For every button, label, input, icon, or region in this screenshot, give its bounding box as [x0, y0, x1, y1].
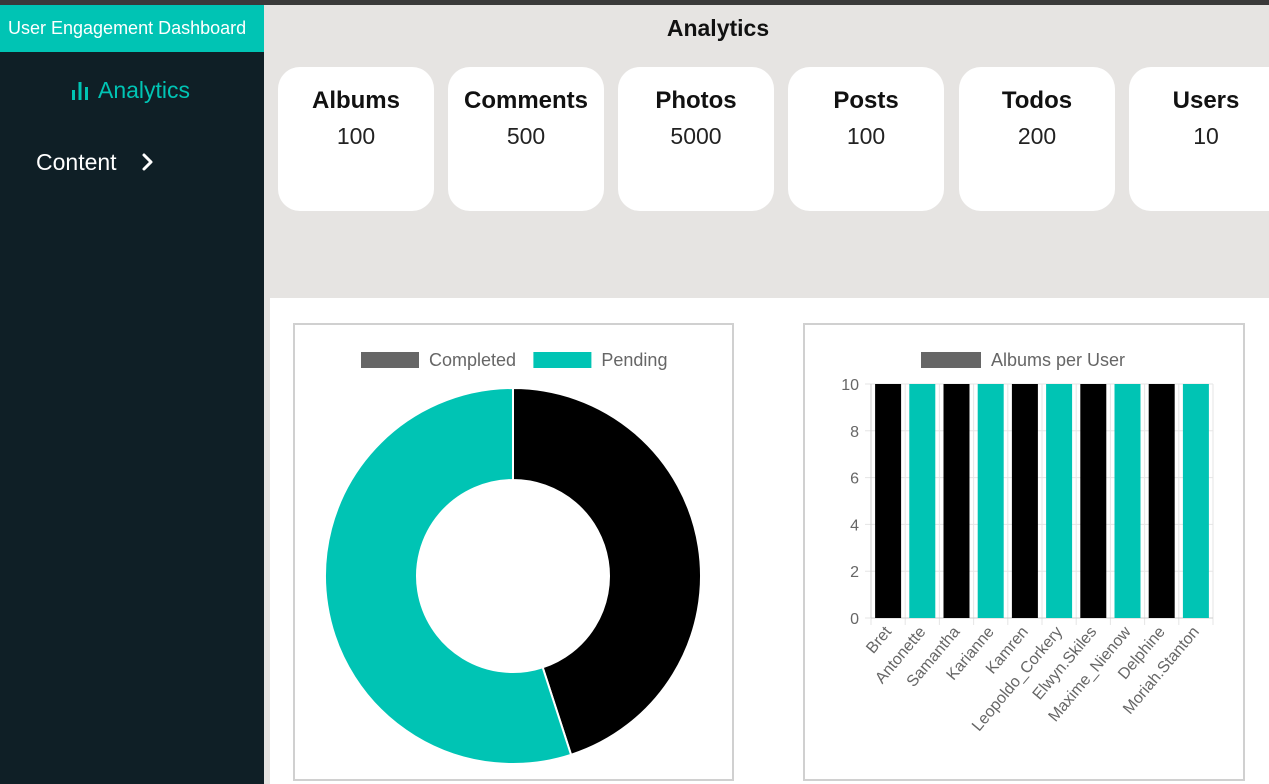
legend-label[interactable]: Albums per User [991, 350, 1125, 370]
legend-swatch [361, 352, 419, 368]
y-tick-label: 0 [850, 611, 859, 628]
stat-value: 500 [506, 123, 546, 149]
legend-label[interactable]: Completed [429, 350, 516, 370]
sidebar: User Engagement Dashboard Analytics Cont… [0, 5, 264, 784]
doughnut-legend: Completed Pending [361, 350, 667, 370]
bar-samantha[interactable] [943, 384, 970, 618]
bar-maxime-nienow[interactable] [1114, 384, 1141, 618]
y-tick-label: 6 [850, 471, 859, 488]
stat-label: Comments [463, 87, 589, 114]
bar-moriah-stanton[interactable] [1182, 384, 1209, 618]
bar-chart: Albums per User 0246810 BretAntonetteSam… [841, 350, 1214, 735]
stat-label: Users [1172, 87, 1240, 114]
stat-value: 5000 [670, 123, 722, 149]
sidebar-item-label: Content [36, 148, 117, 175]
stat-label: Albums [311, 87, 400, 114]
stat-label: Photos [655, 87, 737, 114]
charts-panel: Completed Pending Albums per User 0 2 4 6 8 10… [270, 298, 1269, 784]
app-title: User Engagement Dashboard [0, 5, 264, 52]
bar-legend: Albums per User [921, 350, 1125, 370]
main-content: Analytics Albums 100 Comments 500 Photos… [264, 5, 1269, 784]
legend-swatch [921, 352, 981, 368]
stat-value: 100 [846, 123, 886, 149]
stat-label: Posts [833, 87, 899, 114]
legend-swatch [533, 352, 592, 368]
y-tick-label: 4 [850, 517, 859, 534]
stat-value: 100 [336, 123, 376, 149]
page-title: Analytics [666, 15, 770, 41]
bar-bret[interactable] [875, 384, 902, 618]
y-tick-label: 8 [850, 424, 859, 441]
doughnut-chart-container: Completed Pending [293, 323, 734, 781]
bar-leopoldo-corkery[interactable] [1046, 384, 1073, 618]
legend-label[interactable]: Pending [601, 350, 667, 370]
bar-karianne[interactable] [977, 384, 1004, 618]
stat-card-albums: Albums 100 [278, 67, 434, 211]
chevron-right-icon [142, 153, 153, 171]
stat-card-comments: Comments 500 [448, 67, 604, 211]
bar-elwyn-skiles[interactable] [1080, 384, 1107, 618]
bar-chart-container: Albums per User 0 2 4 6 8 10 Bret Antonette Sam… [803, 323, 1245, 781]
bar-chart-icon [72, 82, 88, 100]
stat-card-todos: Todos 200 [959, 67, 1115, 211]
bar-kamren[interactable] [1011, 384, 1038, 618]
stat-card-posts: Posts 100 [788, 67, 944, 211]
sidebar-item-label: Analytics [98, 76, 191, 103]
bar-delphine[interactable] [1148, 384, 1175, 618]
stat-card-photos: Photos 5000 [618, 67, 774, 211]
bar-antonette[interactable] [909, 384, 936, 618]
doughnut-chart: Completed Pending [324, 350, 702, 765]
stat-value: 10 [1193, 123, 1219, 149]
x-tick-label: Bret [863, 623, 895, 657]
sidebar-item-analytics[interactable]: Analytics [70, 75, 190, 105]
stat-label: Todos [1001, 87, 1073, 114]
sidebar-item-content[interactable]: Content [36, 147, 155, 177]
stat-card-users: Users 10 [1129, 67, 1269, 211]
y-tick-label: 10 [841, 377, 859, 394]
y-tick-label: 2 [850, 564, 859, 581]
stat-value: 200 [1017, 123, 1057, 149]
